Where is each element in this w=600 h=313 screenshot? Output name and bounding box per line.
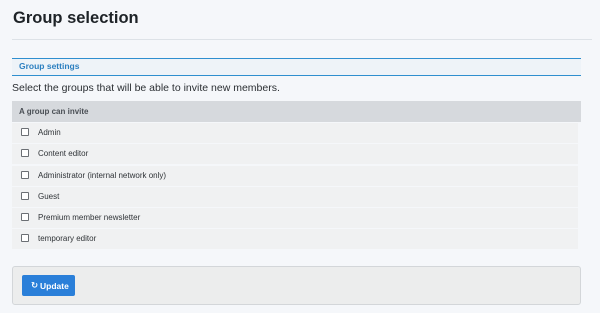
item-label: Administrator (internal network only) [38,170,167,180]
list-item: Admin [12,123,578,143]
list-header: A group can invite [12,101,581,122]
title-divider [12,39,592,40]
list-item: Premium member newsletter [12,208,578,229]
checkbox[interactable] [21,128,29,136]
update-button-label: Update [40,280,69,291]
item-label: Premium member newsletter [38,213,141,223]
section-header: Group settings [12,58,581,76]
description-text: Select the groups that will be able to i… [12,82,280,94]
item-label: Admin [38,128,61,137]
checkbox[interactable] [21,213,29,222]
item-label: temporary editor [38,234,97,244]
checkbox[interactable] [21,170,29,179]
group-list: Admin Content editor Administrator (inte… [12,123,581,251]
update-button[interactable]: ↻ Update [22,275,75,296]
page-title: Group selection [13,9,139,27]
section-label: Group settings [19,61,80,71]
item-label: Content editor [38,149,89,159]
checkbox[interactable] [21,149,29,158]
list-item: Guest [12,186,578,207]
list-header-label: A group can invite [19,107,89,116]
checkbox[interactable] [21,234,29,243]
list-item: Content editor [12,144,578,165]
refresh-icon: ↻ [31,280,39,290]
action-panel: ↻ Update [12,266,581,305]
checkbox[interactable] [21,191,29,200]
list-item: Administrator (internal network only) [12,165,578,186]
item-label: Guest [38,191,60,201]
list-item: temporary editor [12,229,578,250]
